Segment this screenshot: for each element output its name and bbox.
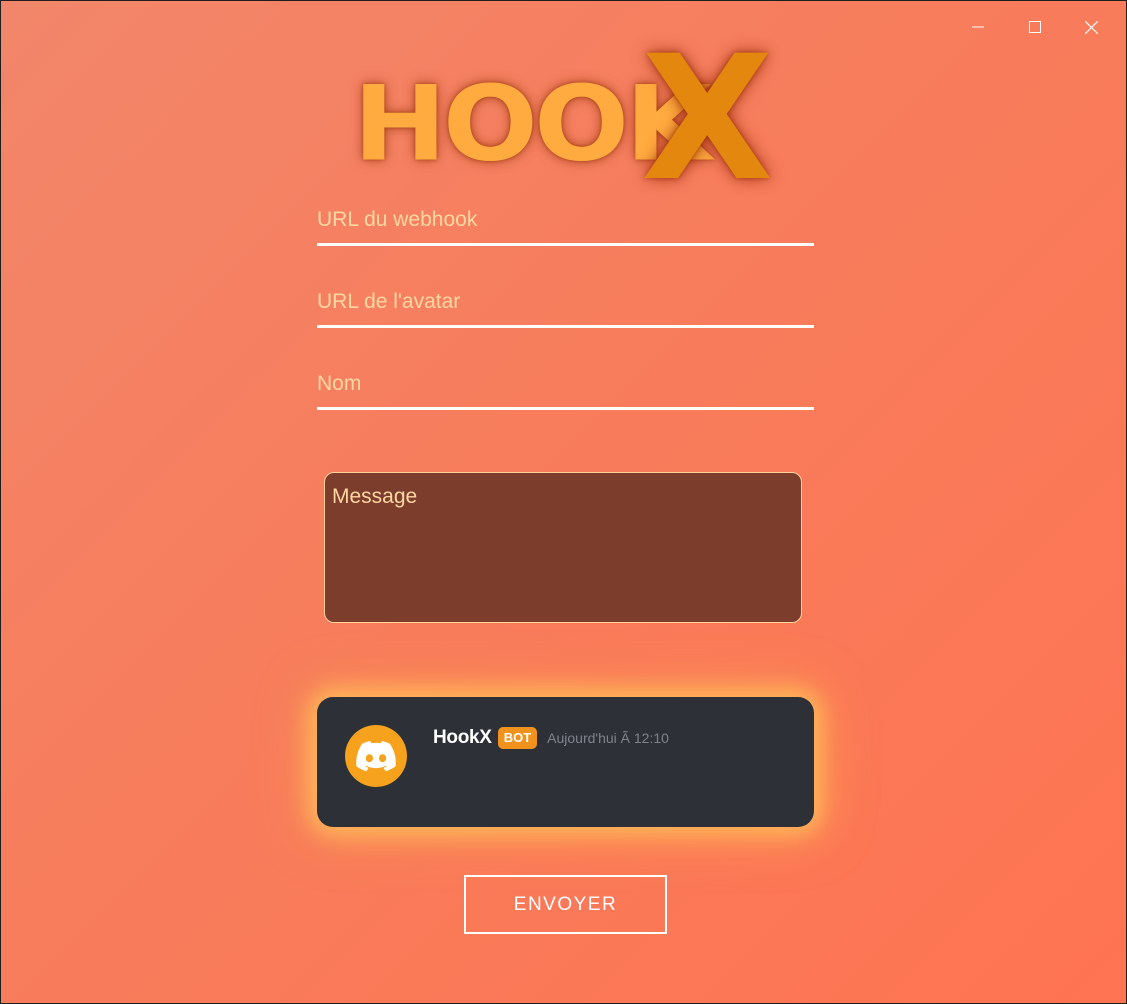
avatar-url-field-wrapper bbox=[317, 279, 814, 328]
logo-x: X bbox=[641, 18, 774, 219]
app-window: HOOK X HookX BOT Aujourd'hui Ã 12:10 ENV… bbox=[1, 1, 1126, 1003]
message-box bbox=[324, 472, 802, 623]
minimize-icon bbox=[971, 26, 984, 28]
webhook-url-field-wrapper bbox=[317, 197, 814, 246]
close-button[interactable] bbox=[1063, 9, 1120, 45]
name-input[interactable] bbox=[317, 361, 814, 407]
minimize-button[interactable] bbox=[949, 9, 1006, 45]
message-textarea[interactable] bbox=[325, 473, 801, 622]
avatar-url-input[interactable] bbox=[317, 279, 814, 325]
avatar bbox=[345, 725, 407, 787]
message-preview-card: HookX BOT Aujourd'hui Ã 12:10 bbox=[317, 697, 814, 827]
close-icon bbox=[1085, 20, 1098, 34]
maximize-button[interactable] bbox=[1006, 9, 1063, 45]
webhook-url-input[interactable] bbox=[317, 197, 814, 243]
timestamp: Aujourd'hui Ã 12:10 bbox=[547, 730, 669, 746]
discord-icon bbox=[356, 740, 396, 771]
bot-badge: BOT bbox=[497, 727, 538, 749]
maximize-icon bbox=[1028, 21, 1041, 33]
app-logo: HOOK X bbox=[351, 31, 781, 205]
name-field-wrapper bbox=[317, 361, 814, 410]
message-header: HookX BOT Aujourd'hui Ã 12:10 bbox=[433, 727, 669, 749]
send-button[interactable]: ENVOYER bbox=[464, 875, 667, 934]
username: HookX bbox=[433, 727, 492, 748]
window-controls bbox=[949, 9, 1120, 45]
